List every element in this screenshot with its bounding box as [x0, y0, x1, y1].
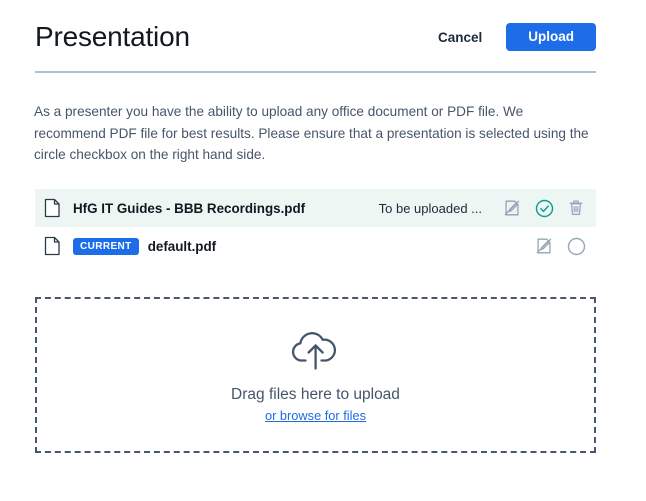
upload-button[interactable]: Upload — [506, 23, 596, 51]
dropzone-title: Drag files here to upload — [231, 386, 400, 403]
radio-unselected-icon[interactable] — [564, 234, 588, 258]
intro-text: As a presenter you have the ability to u… — [34, 104, 589, 162]
document-icon — [44, 236, 60, 256]
file-dropzone[interactable]: Drag files here to upload or browse for … — [35, 297, 596, 453]
radio-unselected-icon-glyph — [567, 237, 585, 255]
dialog-header: Presentation Cancel Upload — [35, 14, 596, 60]
status-badge: CURRENT — [73, 237, 139, 255]
row-action-icons — [532, 234, 588, 258]
trash-icon-glyph — [569, 200, 583, 215]
file-list: HfG IT Guides - BBB Recordings.pdf To be… — [35, 189, 596, 265]
file-name: default.pdf — [147, 238, 217, 254]
presentation-upload-dialog: Presentation Cancel Upload As a presente… — [0, 0, 646, 501]
document-icon — [44, 198, 60, 218]
edit-disabled-icon-glyph — [504, 200, 520, 216]
table-row[interactable]: HfG IT Guides - BBB Recordings.pdf To be… — [35, 189, 596, 227]
file-name: HfG IT Guides - BBB Recordings.pdf — [73, 200, 306, 216]
browse-files-link[interactable]: or browse for files — [265, 408, 366, 423]
check-circle-icon-glyph — [535, 199, 553, 217]
header-divider — [35, 71, 596, 73]
check-circle-icon[interactable] — [532, 196, 556, 220]
table-row[interactable]: CURRENT default.pdf — [35, 227, 596, 265]
page-title: Presentation — [35, 21, 190, 52]
edit-disabled-icon[interactable] — [532, 234, 556, 258]
edit-disabled-icon[interactable] — [500, 196, 524, 220]
cloud-upload-icon — [291, 332, 336, 370]
header-actions: Cancel Upload — [432, 22, 596, 53]
edit-disabled-icon-glyph — [536, 238, 552, 254]
trash-icon[interactable] — [564, 196, 588, 220]
cancel-button[interactable]: Cancel — [432, 22, 488, 53]
row-action-icons — [500, 196, 588, 220]
file-status: To be uploaded ... — [378, 200, 482, 216]
